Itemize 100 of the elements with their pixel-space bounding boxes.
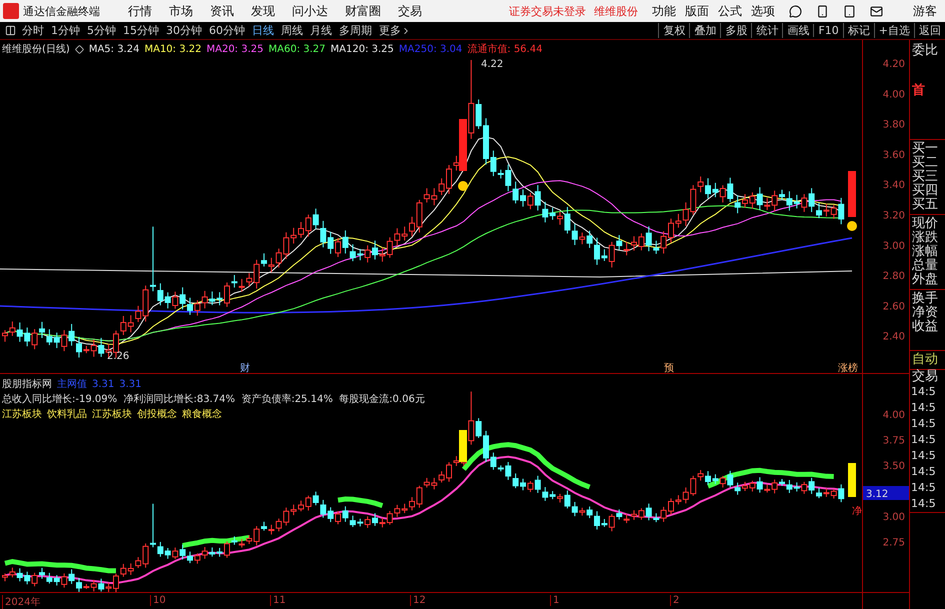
menu-item[interactable]: 问小达	[292, 2, 328, 20]
axis-tick-label: 2.75	[882, 538, 905, 548]
quote-label: 涨幅	[911, 245, 939, 259]
toolbar-button[interactable]: 返回	[914, 23, 945, 38]
axis-tick-label: 3.75	[882, 436, 905, 446]
trade-label: 交易	[911, 370, 939, 384]
status-text: 维维股份	[594, 4, 638, 18]
order-book-label: 买三	[911, 170, 939, 184]
signal-label: 净	[852, 506, 862, 517]
toolbar-button[interactable]: 多股	[720, 23, 752, 38]
axis-tick-label: 3.20	[882, 210, 905, 222]
toolbar-button[interactable]: 画线	[782, 23, 814, 38]
menu-item[interactable]: 版面	[685, 2, 709, 20]
moving-average-value: MA60: 3.27	[268, 44, 326, 54]
period-tab[interactable]: 分时	[22, 23, 44, 38]
event-mark[interactable]: 财	[240, 363, 250, 373]
period-tab[interactable]: 60分钟	[209, 23, 245, 38]
moving-average-value: MA5: 3.24	[88, 44, 140, 54]
period-tab[interactable]: 日线	[252, 23, 274, 38]
financial-stats: 总收入同比增长:-19.09% 净利润同比增长:83.74% 资产负债率:25.14% 每股现金流:0.06元	[2, 392, 425, 406]
low-price-label: 2.26	[107, 351, 130, 362]
axis-tick-label: 3.00	[882, 240, 905, 252]
trade-time: 14:5	[910, 432, 937, 448]
menu-item[interactable]: 财富圈	[345, 2, 381, 20]
concept-tag[interactable]: 饮料乳品	[47, 407, 87, 421]
user-label[interactable]: 游客	[913, 2, 937, 20]
date-axis-label: 10	[150, 595, 166, 606]
quote-label: 收益	[911, 320, 939, 334]
menu-item[interactable]: 行情	[128, 2, 152, 20]
quote-label: 换手	[911, 292, 939, 306]
limit-up-label: 首	[911, 84, 926, 98]
period-tab[interactable]: 15分钟	[123, 23, 159, 38]
toolbar-button[interactable]: 统计	[751, 23, 782, 38]
order-book-label: 买一	[911, 142, 939, 156]
axis-tick-label: 3.80	[882, 120, 905, 131]
trade-time: 14:5	[910, 480, 937, 496]
quote-label: 净资	[911, 306, 939, 320]
axis-tick-label: 3.60	[882, 150, 905, 161]
period-tab[interactable]: 月线	[310, 23, 332, 38]
toolbar-button[interactable]: 复权	[658, 23, 690, 38]
axis-tick-label: 2.40	[882, 332, 905, 343]
menu-item[interactable]: 交易	[398, 2, 422, 20]
menu-item[interactable]: 公式	[718, 2, 742, 20]
axis-tick-label: 2.60	[882, 301, 905, 312]
indicator-line-name: 主网值	[57, 378, 87, 391]
trade-time: 14:5	[910, 496, 937, 512]
menu-item[interactable]: 选项	[751, 2, 775, 20]
event-mark[interactable]: 预	[664, 363, 674, 373]
trade-time: 14:5	[910, 416, 937, 432]
moving-average-value: MA10: 3.22	[144, 44, 202, 54]
current-price-tag: 3.12	[863, 486, 909, 500]
axis-tick-label: 4.00	[882, 410, 905, 421]
quote-label: 涨跌	[911, 231, 939, 245]
toolbar-button[interactable]: 标记	[842, 23, 874, 38]
moving-average-value: MA250: 3.04	[398, 44, 462, 54]
quote-label: 总量	[911, 259, 939, 273]
auto-label[interactable]: 自动	[910, 353, 945, 367]
order-book-label: 买四	[911, 184, 939, 198]
quote-label: 外盘	[911, 273, 939, 287]
toolbar-button[interactable]: F10	[813, 24, 843, 37]
quote-label: 委比	[911, 44, 939, 58]
period-tab[interactable]: 1分钟	[51, 23, 80, 38]
trade-time: 14:5	[910, 464, 937, 480]
moving-average-value: MA120: 3.25	[330, 44, 394, 54]
concept-tag[interactable]: 粮食概念	[182, 407, 222, 421]
indicator-title: 股朋指标网	[2, 378, 52, 391]
period-tab[interactable]: 5分钟	[87, 23, 116, 38]
period-tab[interactable]: 30分钟	[166, 23, 202, 38]
quote-label: 现价	[911, 217, 939, 231]
menu-item[interactable]: 功能	[652, 2, 676, 20]
date-axis-label: 2	[670, 595, 680, 606]
menu-item[interactable]: 发现	[251, 2, 275, 20]
menu-item[interactable]: 市场	[169, 2, 193, 20]
axis-tick-label: 4.00	[882, 89, 905, 100]
axis-tick-label: 3.50	[882, 461, 905, 472]
indicator-value: 3.31	[92, 378, 114, 390]
trade-time: 14:5	[910, 400, 937, 416]
axis-tick-label: 3.40	[882, 180, 905, 192]
period-tab[interactable]: 多周期	[339, 23, 372, 38]
market-cap-value: 流通市值: 56.44	[467, 42, 542, 56]
period-tab[interactable]: 更多	[379, 23, 411, 38]
moving-average-value: MA20: 3.25	[206, 44, 264, 54]
trade-time: 14:5	[910, 384, 937, 400]
concept-tag[interactable]: 创投概念	[137, 407, 177, 421]
toolbar-button[interactable]: +自选	[874, 23, 914, 38]
status-text: 证券交易未登录	[509, 4, 586, 18]
high-price-label: 4.22	[481, 59, 504, 70]
concept-tag[interactable]: 江苏板块	[92, 407, 132, 421]
toolbar-button[interactable]: 叠加	[689, 23, 720, 38]
date-axis-label: 12	[410, 595, 426, 606]
menu-item[interactable]: 资讯	[210, 2, 234, 20]
axis-tick-label: 4.20	[882, 59, 905, 70]
date-axis-label: 2024年	[2, 595, 40, 609]
concept-tag[interactable]: 江苏板块	[2, 407, 42, 421]
order-book-label: 买五	[911, 198, 939, 212]
app-title: 通达信金融终端	[23, 4, 100, 18]
period-tab[interactable]: 周线	[281, 23, 303, 38]
axis-tick-label: 3.00	[882, 512, 905, 523]
event-mark[interactable]: 涨榜	[838, 363, 858, 373]
trade-time: 14:5	[910, 448, 937, 464]
